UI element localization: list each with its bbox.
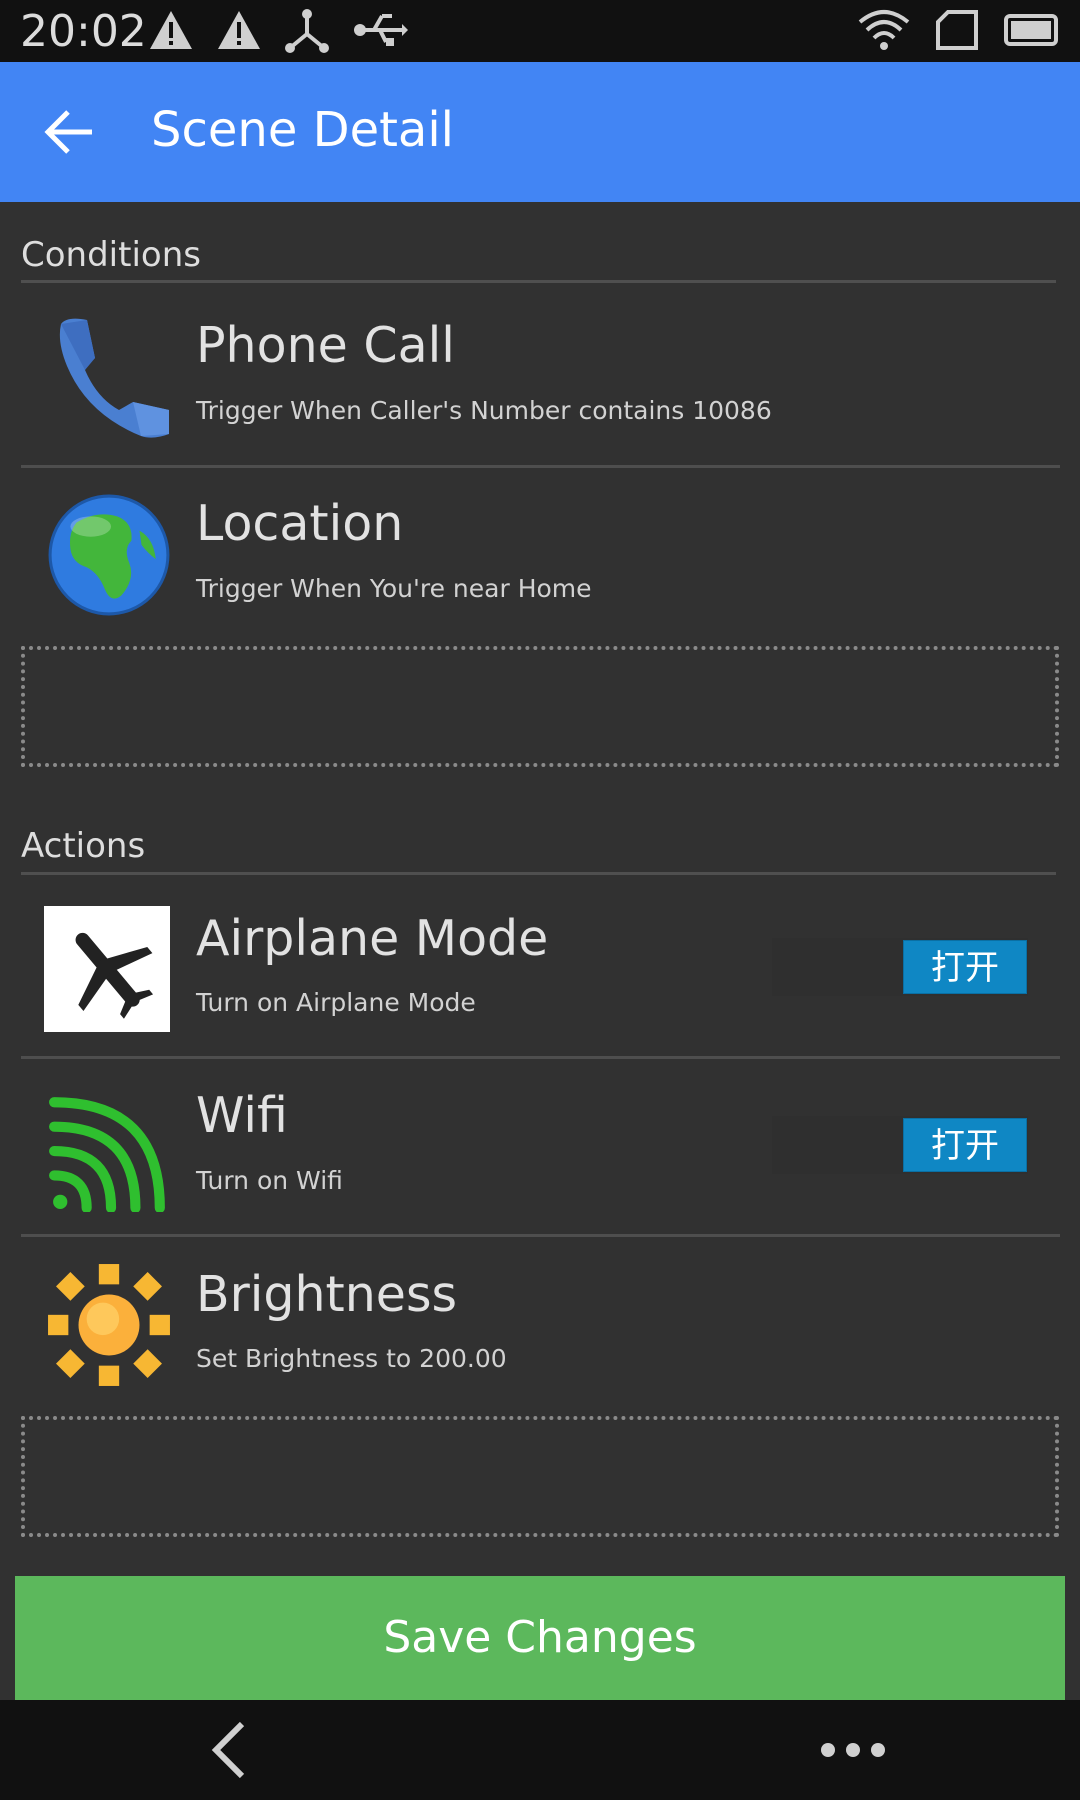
status-time: 20:02 [20, 6, 147, 57]
navigation-bar [0, 1700, 1080, 1800]
row-divider [21, 465, 1060, 468]
usb-debug-icon [285, 9, 329, 53]
sim-icon [936, 10, 978, 50]
wifi-toggle[interactable]: 打开 [903, 1118, 1027, 1172]
warning-icon [150, 11, 192, 49]
battery-icon [1004, 14, 1058, 46]
row-divider [21, 1234, 1060, 1237]
condition-subtitle: Trigger When You're near Home [196, 574, 592, 603]
condition-subtitle: Trigger When Caller's Number contains 10… [196, 396, 772, 425]
wifi-signal-icon [49, 1097, 165, 1212]
phone-icon [59, 318, 169, 438]
arrow-left-icon[interactable] [40, 102, 100, 162]
actions-label: Actions [21, 826, 146, 866]
add-condition-dropzone[interactable] [21, 646, 1059, 767]
usb-icon [354, 14, 408, 46]
sun-icon [48, 1264, 170, 1386]
action-subtitle: Set Brightness to 200.00 [196, 1344, 507, 1373]
action-subtitle: Turn on Wifi [196, 1166, 343, 1195]
nav-more-icon[interactable] [820, 1740, 886, 1760]
airplane-icon [44, 906, 170, 1032]
conditions-divider [21, 280, 1056, 283]
wifi-icon [858, 10, 910, 50]
actions-divider [21, 872, 1056, 875]
conditions-label: Conditions [21, 235, 201, 275]
airplane-mode-toggle[interactable]: 打开 [903, 940, 1027, 994]
condition-title: Phone Call [196, 317, 455, 374]
page-title: Scene Detail [151, 102, 454, 158]
action-title: Airplane Mode [196, 910, 549, 967]
nav-back-icon[interactable] [208, 1720, 248, 1780]
action-title: Brightness [196, 1266, 458, 1323]
condition-title: Location [196, 495, 404, 552]
warning-icon [218, 11, 260, 49]
status-bar: 20:02 [0, 0, 1080, 62]
add-action-dropzone[interactable] [21, 1416, 1059, 1537]
action-title: Wifi [196, 1087, 288, 1144]
action-subtitle: Turn on Airplane Mode [196, 988, 476, 1017]
globe-icon [48, 494, 170, 616]
save-changes-button[interactable]: Save Changes [15, 1576, 1065, 1700]
app-bar: Scene Detail [0, 62, 1080, 202]
row-divider [21, 1056, 1060, 1059]
